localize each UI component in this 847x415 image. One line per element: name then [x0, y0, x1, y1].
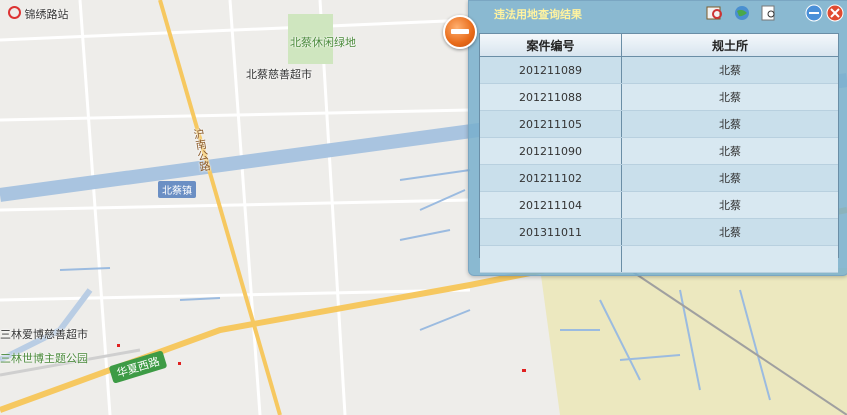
poi-label-2[interactable]: 三林爱博慈善超市	[0, 326, 88, 342]
column-header-case-number[interactable]: 案件编号	[480, 34, 622, 57]
case-number-cell: 201211088	[480, 83, 622, 111]
park-label[interactable]: 北蔡休闲绿地	[290, 34, 356, 50]
office-cell: 北蔡	[621, 83, 838, 111]
table-row[interactable]: 201211090 北蔡	[480, 137, 838, 165]
close-icon[interactable]	[826, 4, 844, 22]
poi-label[interactable]: 北蔡慈善超市	[246, 66, 312, 82]
table-row[interactable]: 201211105 北蔡	[480, 110, 838, 138]
table-row[interactable]: 201311011 北蔡	[480, 218, 838, 246]
table-row[interactable]: 201211089 北蔡	[480, 56, 838, 84]
office-cell: 北蔡	[621, 164, 838, 192]
case-number-cell: 201211105	[480, 110, 622, 138]
table-row[interactable]: 201211102 北蔡	[480, 164, 838, 192]
park-label-2[interactable]: 三林世博主题公园	[0, 350, 88, 366]
station-label[interactable]: 锦绣路站	[8, 6, 69, 22]
print-icon[interactable]	[760, 4, 778, 22]
case-number-cell: 201211089	[480, 56, 622, 84]
table-row[interactable]: 201211104 北蔡	[480, 191, 838, 219]
panel-title: 违法用地查询结果	[494, 8, 582, 21]
export-icon[interactable]	[706, 4, 724, 22]
case-number-cell: 201311011	[480, 218, 622, 246]
result-table: 案件编号 规土所 201211089 北蔡 201211088 北蔡 2012111…	[479, 33, 839, 273]
case-number-cell: 201211102	[480, 164, 622, 192]
office-cell: 北蔡	[621, 56, 838, 84]
query-result-panel: 违法用地查询结果 案件编号 规土所 201211089 北蔡 201211088…	[468, 0, 847, 276]
collapse-icon[interactable]	[443, 15, 477, 49]
town-badge[interactable]: 北蔡镇	[158, 181, 196, 198]
metro-icon	[8, 6, 21, 19]
office-cell: 北蔡	[621, 218, 838, 246]
case-number-cell: 201211090	[480, 137, 622, 165]
column-header-office[interactable]: 规土所	[621, 34, 838, 57]
office-cell: 北蔡	[621, 191, 838, 219]
office-cell: 北蔡	[621, 110, 838, 138]
office-cell: 北蔡	[621, 137, 838, 165]
case-number-cell: 201211104	[480, 191, 622, 219]
minimize-icon[interactable]	[805, 4, 823, 22]
table-header-row: 案件编号 规土所	[480, 34, 838, 57]
globe-icon[interactable]	[733, 4, 751, 22]
table-row[interactable]: 201211088 北蔡	[480, 83, 838, 111]
table-row-empty	[480, 245, 838, 273]
